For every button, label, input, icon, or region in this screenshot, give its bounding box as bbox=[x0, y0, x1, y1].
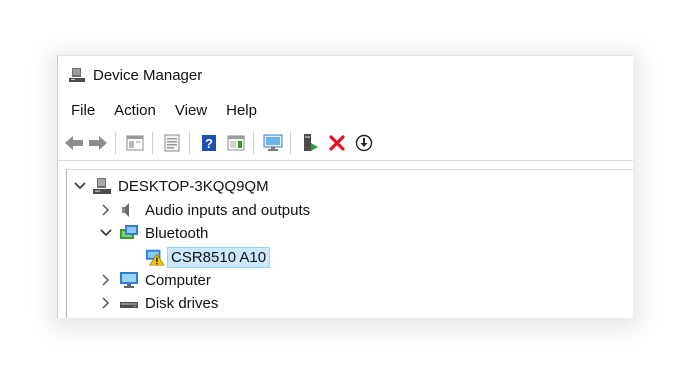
tree-node-audio[interactable]: Audio inputs and outputs bbox=[99, 199, 310, 221]
disable-device-icon[interactable] bbox=[353, 132, 375, 154]
chevron-down-icon[interactable] bbox=[73, 179, 87, 193]
window-title: Device Manager bbox=[93, 66, 203, 84]
toolbar-separator bbox=[189, 132, 190, 154]
show-hide-console-tree-icon[interactable] bbox=[124, 132, 146, 154]
tree-child-label: CSR8510 A10 bbox=[167, 246, 271, 268]
chevron-right-icon[interactable] bbox=[99, 273, 113, 287]
disk-drive-icon bbox=[119, 294, 139, 312]
chevron-right-icon[interactable] bbox=[99, 296, 113, 310]
device-tree: DESKTOP-3KQQ9QM Audio inputs and outputs bbox=[66, 169, 633, 318]
update-driver-icon[interactable] bbox=[299, 132, 321, 154]
menu-help[interactable]: Help bbox=[224, 102, 259, 119]
menu-action[interactable]: Action bbox=[112, 102, 158, 119]
tree-child-csr8510[interactable]: CSR8510 A10 bbox=[145, 246, 271, 268]
chevron-right-icon[interactable] bbox=[99, 203, 113, 217]
toolbar-separator bbox=[290, 132, 291, 154]
toolbar-separator bbox=[253, 132, 254, 154]
toolbar-separator bbox=[152, 132, 153, 154]
menu-bar: File Action View Help bbox=[58, 99, 633, 121]
device-manager-window: Device Manager File Action View Help ? D… bbox=[57, 55, 633, 318]
chevron-down-icon[interactable] bbox=[99, 226, 113, 240]
forward-icon[interactable] bbox=[87, 132, 109, 154]
tree-root[interactable]: DESKTOP-3KQQ9QM bbox=[73, 175, 269, 197]
tree-node-computer[interactable]: Computer bbox=[99, 269, 211, 291]
menu-file[interactable]: File bbox=[69, 102, 97, 119]
bluetooth-adapter-icon bbox=[119, 224, 139, 242]
monitor-icon bbox=[119, 271, 139, 289]
tree-root-label: DESKTOP-3KQQ9QM bbox=[118, 177, 269, 195]
tree-node-label: Audio inputs and outputs bbox=[145, 201, 311, 219]
show-action-pane-icon[interactable] bbox=[225, 132, 247, 154]
toolbar-separator bbox=[115, 132, 116, 154]
menu-view[interactable]: View bbox=[173, 102, 209, 119]
tree-node-label: Bluetooth bbox=[145, 224, 209, 242]
bluetooth-device-warning-icon bbox=[145, 248, 165, 266]
speaker-icon bbox=[119, 201, 139, 219]
tree-node-label: Computer bbox=[145, 271, 211, 289]
tree-node-bluetooth[interactable]: Bluetooth bbox=[99, 222, 208, 244]
svg-text:?: ? bbox=[205, 136, 213, 151]
uninstall-icon[interactable] bbox=[326, 132, 348, 154]
toolbar: ? bbox=[58, 126, 633, 161]
properties-icon[interactable] bbox=[161, 132, 183, 154]
computer-tower-icon bbox=[92, 177, 112, 195]
back-icon[interactable] bbox=[63, 132, 85, 154]
device-manager-icon bbox=[68, 67, 86, 83]
title-bar: Device Manager bbox=[58, 56, 633, 94]
tree-node-disk-drives[interactable]: Disk drives bbox=[99, 292, 218, 314]
tree-node-label: Disk drives bbox=[145, 294, 219, 312]
help-icon[interactable]: ? bbox=[198, 132, 220, 154]
scan-hardware-icon[interactable] bbox=[262, 132, 284, 154]
